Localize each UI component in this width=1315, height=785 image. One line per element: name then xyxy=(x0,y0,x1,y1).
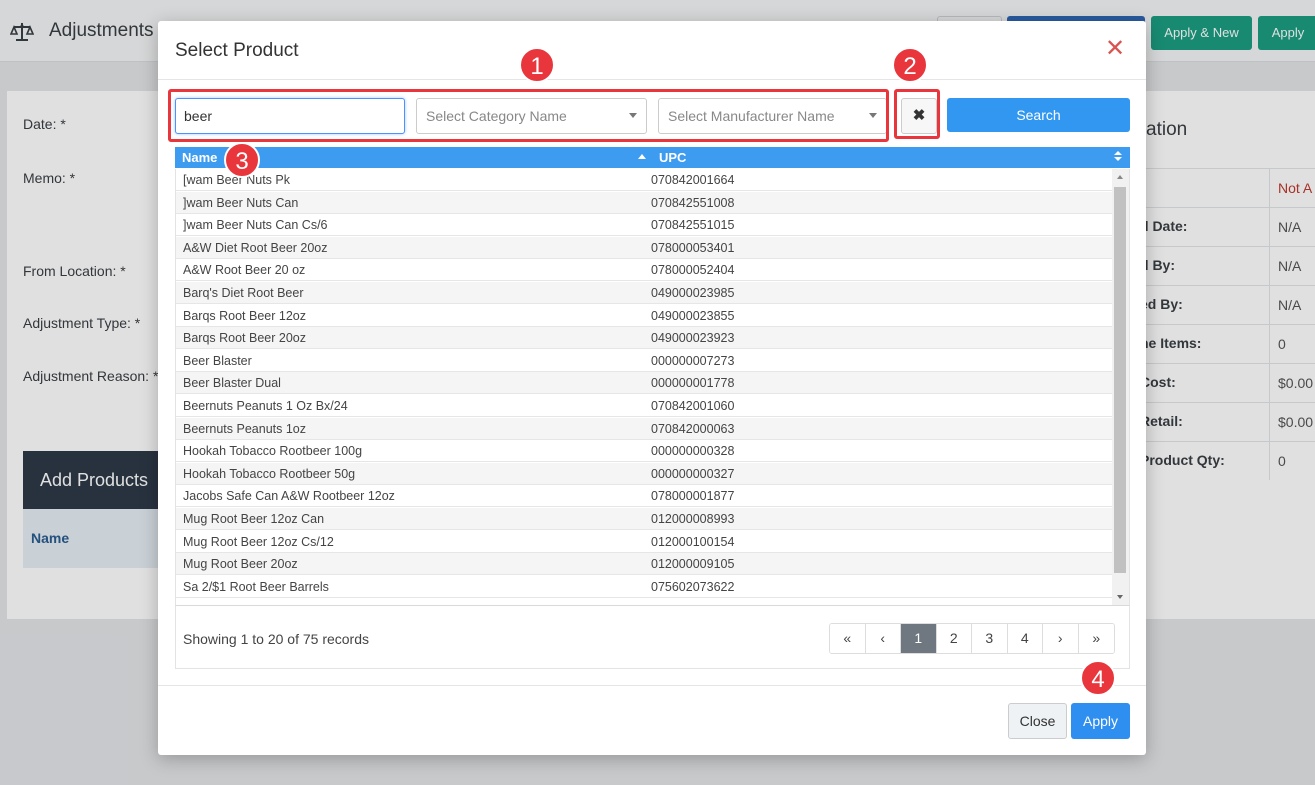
divider xyxy=(158,685,1146,686)
callout-badge-4: 4 xyxy=(1080,660,1116,696)
page-3-button[interactable]: 3 xyxy=(972,624,1008,653)
table-row[interactable]: Hookah Tobacco Rootbeer 100g 000000000328 xyxy=(176,440,1113,463)
table-row[interactable]: ]wam Beer Nuts Can Cs/6 070842551015 xyxy=(176,214,1113,237)
table-row[interactable]: Jacobs Safe Can A&W Rootbeer 12oz 0780000… xyxy=(176,485,1113,508)
close-icon[interactable]: ✕ xyxy=(1104,37,1126,61)
product-name: Jacobs Safe Can A&W Rootbeer 12oz xyxy=(183,489,395,504)
product-upc: 012000009105 xyxy=(651,557,735,572)
product-name: Barq's Diet Root Beer xyxy=(183,286,304,300)
product-upc: 049000023855 xyxy=(651,308,735,323)
table-row[interactable]: A&W Root Beer 20 oz 078000052404 xyxy=(176,259,1113,282)
sort-icon[interactable] xyxy=(1114,151,1122,163)
callout-badge-3: 3 xyxy=(224,142,260,178)
upc-column-header[interactable]: UPC xyxy=(659,150,686,165)
modal-title: Select Product xyxy=(175,40,299,61)
table-row[interactable]: Beer Blaster 000000007273 xyxy=(176,350,1113,372)
apply-button[interactable]: Apply xyxy=(1071,703,1130,739)
grid-footer: Showing 1 to 20 of 75 records « ‹ 1 2 3 … xyxy=(175,605,1130,669)
table-row[interactable]: [wam Beer Nuts Pk 070842001664 xyxy=(176,169,1113,191)
search-button[interactable]: Search xyxy=(947,98,1130,132)
product-upc: 078000052404 xyxy=(651,263,735,278)
product-upc: 000000000328 xyxy=(651,444,735,459)
page-2-button[interactable]: 2 xyxy=(936,624,972,653)
callout-badge-2: 2 xyxy=(892,47,928,83)
product-upc: 049000023985 xyxy=(651,286,735,300)
product-name: Beernuts Peanuts 1 Oz Bx/24 xyxy=(183,399,348,413)
table-row[interactable]: Beernuts Peanuts 1 Oz Bx/24 070842001060 xyxy=(176,395,1113,417)
product-upc: 049000023923 xyxy=(651,331,735,346)
product-grid: [wam Beer Nuts Pk 070842001664 ]wam Beer … xyxy=(175,169,1130,605)
product-upc: 012000100154 xyxy=(651,534,735,549)
page-4-button[interactable]: 4 xyxy=(1007,624,1043,653)
table-row[interactable]: Barqs Root Beer 20oz 049000023923 xyxy=(176,327,1113,350)
product-name: Mug Root Beer 20oz xyxy=(183,557,298,572)
product-upc: 070842001060 xyxy=(651,399,735,413)
product-name: Hookah Tobacco Rootbeer 100g xyxy=(183,444,363,459)
product-name: ]wam Beer Nuts Can xyxy=(183,195,299,210)
name-column-header[interactable]: Name xyxy=(182,150,217,165)
last-page-button[interactable]: » xyxy=(1078,624,1114,653)
product-name: Mug Root Beer 12oz Can xyxy=(183,512,325,526)
product-name: Hookah Tobacco Rootbeer 50g xyxy=(183,466,356,481)
callout-box-clear xyxy=(894,89,940,139)
table-row[interactable]: Mug Root Beer 12oz Cs/12 012000100154 xyxy=(176,531,1113,553)
product-upc: 070842551015 xyxy=(651,218,735,233)
product-name: Beer Blaster Dual xyxy=(183,376,281,391)
table-row[interactable]: Barq's Diet Root Beer 049000023985 xyxy=(176,282,1113,304)
callout-badge-1: 1 xyxy=(519,47,555,83)
product-name: Sa 2/$1 Root Beer Barrels xyxy=(183,579,329,594)
scroll-down-icon[interactable] xyxy=(1117,595,1123,599)
scroll-up-icon[interactable] xyxy=(1117,175,1123,179)
product-upc: 078000053401 xyxy=(651,240,735,255)
divider xyxy=(158,79,1146,80)
product-name: Mug Root Beer 12oz Cs/12 xyxy=(183,534,334,549)
table-row[interactable]: Sa 2/$1 Root Beer Barrels 075602073622 xyxy=(176,576,1113,598)
product-name: ]wam Beer Nuts Can Cs/6 xyxy=(183,218,328,233)
table-row[interactable]: Barqs Root Beer 12oz 049000023855 xyxy=(176,305,1113,327)
product-upc: 012000008993 xyxy=(651,512,735,526)
table-row[interactable]: Mug Root Beer 12oz Can 012000008993 xyxy=(176,508,1113,530)
product-name: A&W Root Beer 20 oz xyxy=(183,263,306,278)
product-upc: 000000000327 xyxy=(651,466,735,481)
table-row[interactable]: Hookah Tobacco Rootbeer 50g 000000000327 xyxy=(176,462,1113,485)
table-row[interactable]: Beernuts Peanuts 1oz 070842000063 xyxy=(176,417,1113,440)
close-button[interactable]: Close xyxy=(1008,703,1067,739)
scrollbar-thumb[interactable] xyxy=(1114,187,1126,573)
pagination: « ‹ 1 2 3 4 › » xyxy=(829,623,1115,654)
grid-scrollbar[interactable] xyxy=(1112,169,1129,605)
product-name: Beer Blaster xyxy=(183,353,252,368)
table-row[interactable]: Beer Blaster Dual 000000001778 xyxy=(176,372,1113,395)
records-summary: Showing 1 to 20 of 75 records xyxy=(183,631,370,647)
product-name: Barqs Root Beer 20oz xyxy=(183,331,306,346)
product-upc: 078000001877 xyxy=(651,489,735,504)
grid-header: Name UPC xyxy=(175,147,1130,168)
product-upc: 070842551008 xyxy=(651,195,735,210)
product-name: A&W Diet Root Beer 20oz xyxy=(183,240,328,255)
product-upc: 070842000063 xyxy=(651,421,735,436)
sort-ascending-icon[interactable] xyxy=(638,154,646,159)
page-1-button[interactable]: 1 xyxy=(901,624,937,653)
product-upc: 000000007273 xyxy=(651,353,735,368)
product-upc: 070842001664 xyxy=(651,173,735,187)
first-page-button[interactable]: « xyxy=(830,624,866,653)
product-name: Beernuts Peanuts 1oz xyxy=(183,421,306,436)
product-upc: 075602073622 xyxy=(651,579,735,594)
callout-box-search-filters xyxy=(168,89,889,142)
product-name: Barqs Root Beer 12oz xyxy=(183,308,306,323)
table-row[interactable]: ]wam Beer Nuts Can 070842551008 xyxy=(176,191,1113,214)
product-upc: 000000001778 xyxy=(651,376,735,391)
table-row[interactable]: Mug Root Beer 20oz 012000009105 xyxy=(176,553,1113,576)
prev-page-button[interactable]: ‹ xyxy=(865,624,901,653)
next-page-button[interactable]: › xyxy=(1043,624,1079,653)
table-row[interactable]: A&W Diet Root Beer 20oz 078000053401 xyxy=(176,236,1113,259)
